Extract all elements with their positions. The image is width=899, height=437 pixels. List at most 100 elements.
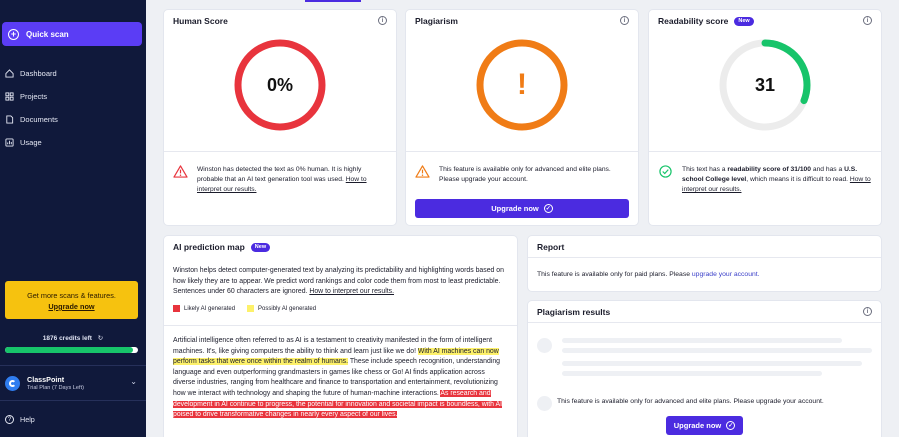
plagiarism-card: Plagiarism i ! This feature is available… — [405, 9, 639, 226]
card-title: Readability score — [658, 16, 729, 26]
account-name: ClassPoint — [27, 374, 65, 384]
skeleton-line — [562, 338, 842, 343]
human-score-text: Winston has detected the text as 0% huma… — [197, 166, 362, 183]
interpret-link[interactable]: How to interpret our results. — [309, 288, 394, 295]
account-avatar — [5, 375, 20, 391]
upgrade-account-link[interactable]: upgrade your account. — [692, 271, 760, 278]
skeleton-line — [562, 371, 822, 376]
card-title: Plagiarism results — [537, 307, 611, 317]
plagiarism-results-card: Plagiarism results i This feature is ava… — [527, 300, 882, 437]
sidebar-item-documents[interactable]: Documents — [5, 115, 58, 124]
help-link[interactable]: ? Help — [5, 415, 35, 424]
legend-likely: Likely AI generated — [184, 305, 236, 312]
card-title-row: AI prediction map New — [173, 242, 271, 252]
check-circle-icon — [659, 165, 672, 178]
sidebar-item-label: Dashboard — [20, 69, 57, 78]
sidebar: + Quick scan Dashboard Projects Document… — [0, 0, 146, 437]
readability-gauge: 31 — [649, 37, 881, 152]
sidebar-item-usage[interactable]: Usage — [5, 138, 42, 147]
upgrade-button-label: Upgrade now — [673, 421, 722, 430]
new-badge: New — [734, 16, 754, 26]
likely-swatch — [173, 305, 180, 312]
upgrade-now-button[interactable]: Upgrade now ✓ — [415, 199, 629, 218]
human-score-card: Human Score i 0% Winston has detected th… — [163, 9, 397, 226]
check-circle-icon: ✓ — [726, 421, 736, 430]
usage-icon — [5, 138, 14, 147]
readability-message: This text has a readability score of 31/… — [658, 165, 872, 195]
info-icon[interactable]: i — [620, 16, 629, 25]
sidebar-item-dashboard[interactable]: Dashboard — [5, 69, 57, 78]
readability-text: and has a — [811, 166, 845, 173]
divider — [406, 151, 638, 152]
info-icon[interactable]: i — [378, 16, 387, 25]
sidebar-item-projects[interactable]: Projects — [5, 92, 47, 101]
card-title: Plagiarism — [415, 16, 458, 26]
check-circle-icon: ✓ — [543, 204, 553, 213]
sidebar-item-label: Projects — [20, 92, 48, 101]
human-score-message: Winston has detected the text as 0% huma… — [173, 165, 387, 195]
upgrade-now-button[interactable]: Upgrade now ✓ — [666, 416, 743, 435]
dashboard-icon — [5, 69, 14, 78]
new-badge: New — [250, 242, 271, 252]
quick-scan-button[interactable]: + Quick scan — [2, 22, 142, 46]
promo-text: Get more scans & features. — [27, 291, 116, 300]
upgrade-promo: Get more scans & features. Upgrade now — [5, 281, 138, 319]
plagiarism-symbol: ! — [517, 68, 527, 101]
promo-upgrade-link[interactable]: Upgrade now — [5, 301, 138, 312]
quick-scan-label: Quick scan — [26, 29, 69, 39]
skeleton-line — [562, 348, 872, 353]
ai-map-legend: Likely AI generated Possibly AI generate… — [173, 305, 316, 312]
readability-text: This text has a — [682, 166, 728, 173]
credits-progress-bar — [5, 347, 138, 353]
documents-icon — [6, 115, 14, 124]
divider — [164, 151, 396, 152]
skeleton-avatar — [537, 396, 552, 411]
divider — [528, 322, 881, 323]
divider — [0, 365, 146, 366]
upgrade-button-label: Upgrade now — [491, 204, 539, 213]
plus-icon: + — [8, 28, 19, 40]
report-message: This feature is available only for paid … — [537, 271, 760, 278]
readability-card: Readability score New i 31 This text has… — [648, 9, 882, 226]
card-title-row: Readability score New — [658, 16, 754, 26]
warning-icon — [173, 165, 188, 178]
human-score-gauge: 0% — [164, 37, 396, 152]
card-title: Report — [537, 242, 565, 252]
plagiarism-gauge: ! — [406, 37, 638, 152]
divider — [528, 257, 881, 258]
divider — [649, 151, 881, 152]
human-score-value: 0% — [266, 74, 293, 95]
divider — [164, 325, 517, 326]
plagiarism-message: This feature is available only for advan… — [415, 165, 629, 185]
projects-icon — [5, 92, 14, 101]
divider — [0, 400, 146, 401]
card-title: AI prediction map — [173, 242, 245, 252]
account-plan: Trial Plan (7 Days Left) — [27, 384, 84, 391]
analyzed-text: Artificial intelligence often referred t… — [173, 336, 507, 421]
ai-prediction-map-card: AI prediction map New Winston helps dete… — [163, 235, 518, 437]
account-switcher[interactable]: ClassPoint Trial Plan (7 Days Left) ⌄ — [5, 372, 140, 394]
ai-map-intro: Winston helps detect computer-generated … — [173, 266, 507, 298]
help-icon: ? — [5, 415, 14, 424]
legend-possibly: Possibly AI generated — [258, 305, 317, 312]
refresh-icon[interactable]: ↻ — [98, 335, 103, 342]
active-tab-indicator — [305, 0, 361, 2]
readability-score-text: readability score of 31/100 — [727, 166, 811, 173]
warning-icon — [415, 165, 430, 178]
info-icon[interactable]: i — [863, 16, 872, 25]
info-icon[interactable]: i — [863, 307, 872, 316]
readability-text: , which means it is difficult to read. — [746, 176, 850, 183]
report-card: Report This feature is available only fo… — [527, 235, 882, 292]
credits-left: 1876 credits left ↻ — [0, 334, 146, 342]
card-title: Human Score — [173, 16, 228, 26]
readability-value: 31 — [754, 74, 776, 95]
sidebar-item-label: Documents — [20, 115, 58, 124]
skeleton-avatar — [537, 338, 552, 353]
sidebar-item-label: Usage — [20, 138, 42, 147]
credits-text: 1876 credits left — [42, 335, 92, 342]
report-text: This feature is available only for paid … — [537, 271, 692, 278]
skeleton-line — [562, 361, 862, 366]
chevron-down-icon: ⌄ — [130, 377, 137, 386]
credits-progress-fill — [5, 347, 133, 353]
plag-results-text: This feature is available only for advan… — [557, 398, 824, 405]
